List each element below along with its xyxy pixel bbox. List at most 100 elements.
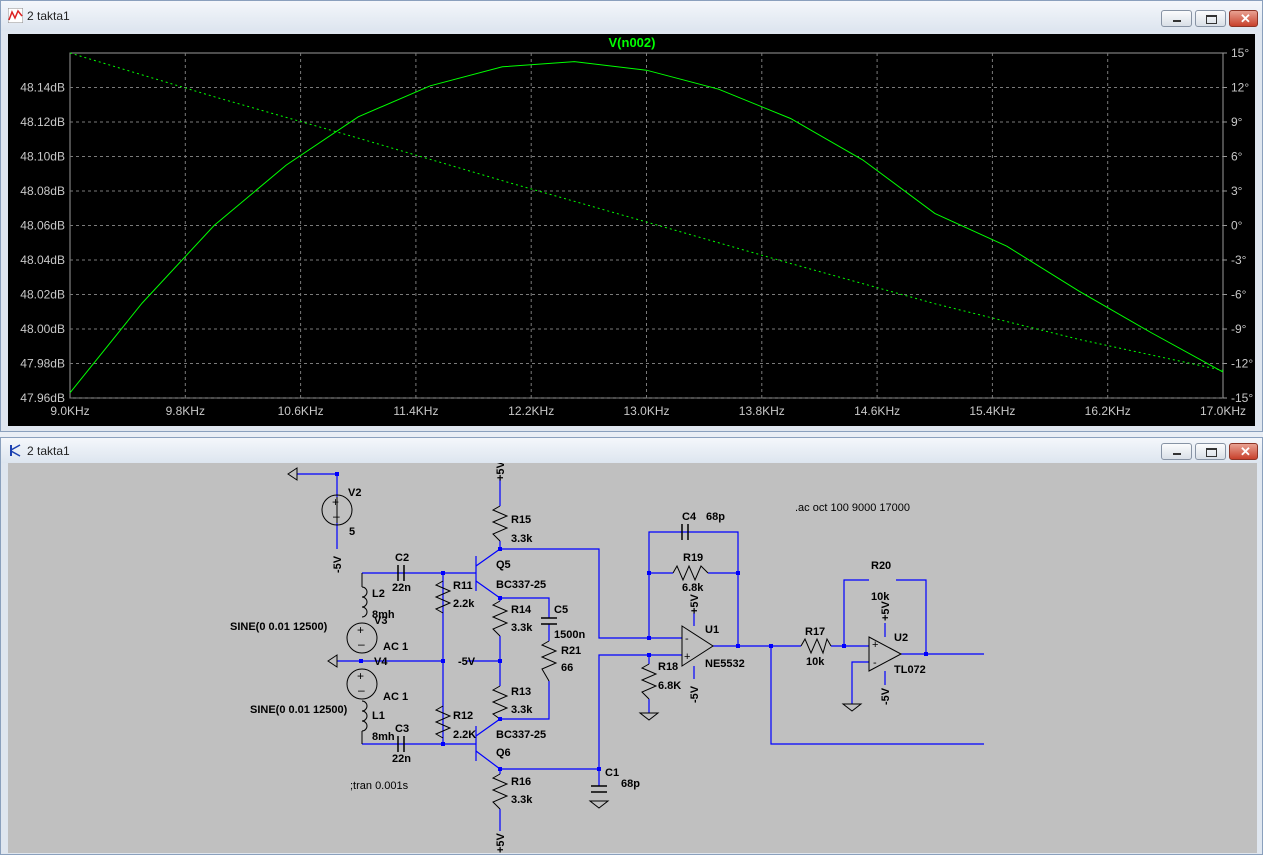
label-sine-1: SINE(0 0.01 12500) — [230, 621, 328, 633]
svg-text:–: – — [358, 683, 365, 697]
minimize-button[interactable] — [1161, 10, 1192, 27]
label-ac-2: AC 1 — [383, 691, 408, 703]
label-r19-value: 6.8k — [682, 582, 704, 594]
label-r18: R18 — [658, 661, 678, 673]
y-left-tick-label: 48.12dB — [20, 115, 65, 129]
rail-neg-u2: -5V — [880, 687, 892, 705]
label-c3-value: 22n — [392, 753, 411, 765]
label-r17-value: 10k — [806, 656, 825, 668]
schematic-labels: V2 5 C2 22n L2 8mh SINE(0 0.01 12500) V3… — [230, 487, 926, 806]
label-l1-value: 8mh — [372, 731, 395, 743]
label-c4: C4 — [682, 511, 697, 523]
y-left-tick-label: 48.02dB — [20, 288, 65, 302]
y-left-tick-label: 48.04dB — [20, 253, 65, 267]
label-r13: R13 — [511, 686, 531, 698]
rail-pos-bottom: +5V — [495, 832, 507, 853]
minimize-button[interactable] — [1161, 443, 1192, 460]
plot-window-title: 2 takta1 — [27, 9, 70, 23]
x-tick-label: 17.0KHz — [1200, 404, 1246, 418]
x-tick-label: 16.2KHz — [1085, 404, 1131, 418]
chart-title: V(n002) — [609, 35, 656, 50]
label-c1-value: 68p — [621, 778, 640, 790]
x-tick-label: 12.2KHz — [508, 404, 554, 418]
restore-button[interactable] — [1195, 10, 1226, 27]
label-u1: U1 — [705, 624, 719, 636]
x-tick-label: 10.6KHz — [278, 404, 324, 418]
label-r18-value: 6.8K — [658, 680, 681, 692]
label-u1-value: NE5532 — [705, 658, 745, 670]
schematic-canvas[interactable]: +– +– +– -+ +- V2 5 C2 22n L2 8mh SINE(0… — [8, 463, 1257, 853]
y-right-tick-label: 12° — [1231, 81, 1249, 95]
y-left-tick-label: 48.08dB — [20, 184, 65, 198]
label-v4: V4 — [374, 656, 388, 668]
restore-button[interactable] — [1195, 443, 1226, 460]
x-tick-label: 14.6KHz — [854, 404, 900, 418]
label-r17: R17 — [805, 626, 825, 638]
label-v2: V2 — [348, 487, 361, 499]
label-q6: Q6 — [496, 747, 511, 759]
resistors — [434, 505, 832, 810]
svg-text:–: – — [333, 509, 340, 523]
y-axis-right: 15° 12° 9° 6° 3° 0° -3° -6° -9° -12° -15° — [1223, 46, 1253, 405]
label-r16: R16 — [511, 776, 531, 788]
label-tran-directive: ;tran 0.001s — [350, 780, 409, 792]
label-neg5v-node: -5V — [458, 656, 476, 668]
y-right-tick-label: -12° — [1231, 357, 1253, 371]
svg-text:+: + — [684, 651, 690, 663]
rail-pos-u1: +5V — [689, 593, 701, 614]
label-r11-value: 2.2k — [453, 598, 475, 610]
label-r12-value: 2.2K — [453, 729, 476, 741]
close-button[interactable]: ✕ — [1229, 10, 1258, 27]
y-right-tick-label: 9° — [1231, 115, 1243, 129]
label-q5: Q5 — [496, 559, 511, 571]
label-u2: U2 — [894, 632, 908, 644]
y-right-tick-label: -3° — [1231, 253, 1247, 267]
y-right-tick-label: 3° — [1231, 184, 1243, 198]
y-right-tick-label: -15° — [1231, 391, 1253, 405]
label-l1: L1 — [372, 710, 385, 722]
schematic-icon — [10, 444, 21, 457]
x-tick-label: 9.8KHz — [166, 404, 205, 418]
x-tick-label: 13.8KHz — [739, 404, 785, 418]
plot-window: 2 takta1 ✕ 9.0KHz 9.8KHz 10.6KHz 11.4KHz 12.… — [0, 0, 1263, 432]
label-q5-value: BC337-25 — [496, 579, 546, 591]
label-c5: C5 — [554, 604, 568, 616]
svg-text:-: - — [685, 633, 689, 645]
label-c1: C1 — [605, 767, 619, 779]
y-axis-left: 48.14dB 48.12dB 48.10dB 48.08dB 48.06dB 48.04… — [20, 81, 65, 406]
label-c3: C3 — [395, 723, 409, 735]
label-ac-directive: .ac oct 100 9000 17000 — [795, 502, 910, 514]
svg-text:+: + — [332, 495, 339, 509]
svg-text:+: + — [357, 669, 364, 683]
svg-text:+: + — [357, 623, 364, 637]
y-left-tick-label: 48.00dB — [20, 322, 65, 336]
y-right-tick-label: -6° — [1231, 288, 1247, 302]
y-left-tick-label: 47.96dB — [20, 391, 65, 405]
plot-window-titlebar[interactable]: 2 takta1 ✕ — [1, 1, 1262, 31]
waveform-icon — [8, 8, 23, 23]
label-c4-value: 68p — [706, 511, 725, 523]
label-c5-value: 1500n — [554, 629, 585, 641]
label-r21: R21 — [561, 645, 581, 657]
bode-plot[interactable]: 9.0KHz 9.8KHz 10.6KHz 11.4KHz 12.2KHz 13.0KHz… — [8, 34, 1255, 426]
label-ac-1: AC 1 — [383, 641, 408, 653]
y-left-tick-label: 47.98dB — [20, 357, 65, 371]
schematic-window-titlebar[interactable]: 2 takta1 ✕ — [1, 438, 1262, 463]
y-right-tick-label: -9° — [1231, 322, 1247, 336]
label-q6-value: BC337-25 — [496, 729, 546, 741]
close-button[interactable]: ✕ — [1229, 443, 1258, 460]
label-r13-value: 3.3k — [511, 704, 533, 716]
capacitors — [397, 524, 689, 793]
svg-text:-: - — [873, 657, 877, 669]
svg-text:–: – — [358, 637, 365, 651]
label-r15-value: 3.3k — [511, 533, 533, 545]
rail-pos-u2: +5V — [880, 600, 892, 621]
x-tick-label: 9.0KHz — [50, 404, 89, 418]
label-r21-value: 66 — [561, 662, 573, 674]
label-r14: R14 — [511, 604, 532, 616]
label-r12: R12 — [453, 710, 473, 722]
rail-pos-top: +5V — [495, 463, 507, 481]
junctions — [335, 472, 928, 771]
y-right-tick-label: 6° — [1231, 150, 1243, 164]
label-r16-value: 3.3k — [511, 794, 533, 806]
